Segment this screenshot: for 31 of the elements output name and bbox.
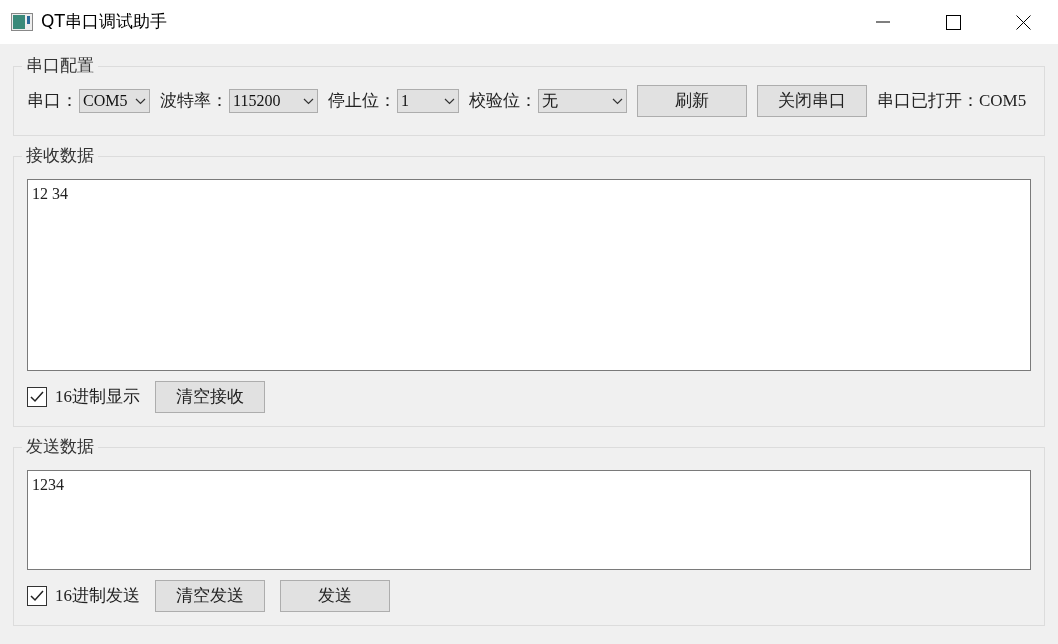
close-icon [1015,14,1031,30]
checkbox[interactable] [27,387,47,407]
combo-box[interactable]: 无 [538,89,627,113]
push-button[interactable]: 发送 [280,580,390,612]
push-button[interactable]: 清空发送 [155,580,265,612]
check-icon [30,590,44,602]
minimize-icon [876,21,890,23]
push-button[interactable]: 清空接收 [155,381,265,413]
maximize-icon [945,14,961,30]
status-text: 串口已打开：COM5 [877,90,1027,113]
combo-box[interactable]: COM5 [79,89,150,113]
combo-box[interactable]: 115200 [229,89,318,113]
check-icon [30,391,44,403]
text-area[interactable]: 12 34 [27,179,1031,371]
combo-box[interactable]: 1 [397,89,459,113]
field-label: 波特率： [160,90,228,113]
field-label: 校验位： [469,90,537,113]
checkbox-label: 16进制发送 [55,585,140,608]
chevron-down-icon [612,97,623,105]
app-icon [11,13,33,31]
checkbox[interactable] [27,586,47,606]
push-button[interactable]: 关闭串口 [757,85,867,117]
field-label: 停止位： [328,90,396,113]
window-title: QT串口调试助手 [41,10,167,34]
field-label: 串口： [27,90,78,113]
checkbox-label: 16进制显示 [55,386,140,409]
chevron-down-icon [135,97,146,105]
push-button[interactable]: 刷新 [637,85,747,117]
chevron-down-icon [303,97,314,105]
chevron-down-icon [444,97,455,105]
text-area[interactable]: 1234 [27,470,1031,570]
